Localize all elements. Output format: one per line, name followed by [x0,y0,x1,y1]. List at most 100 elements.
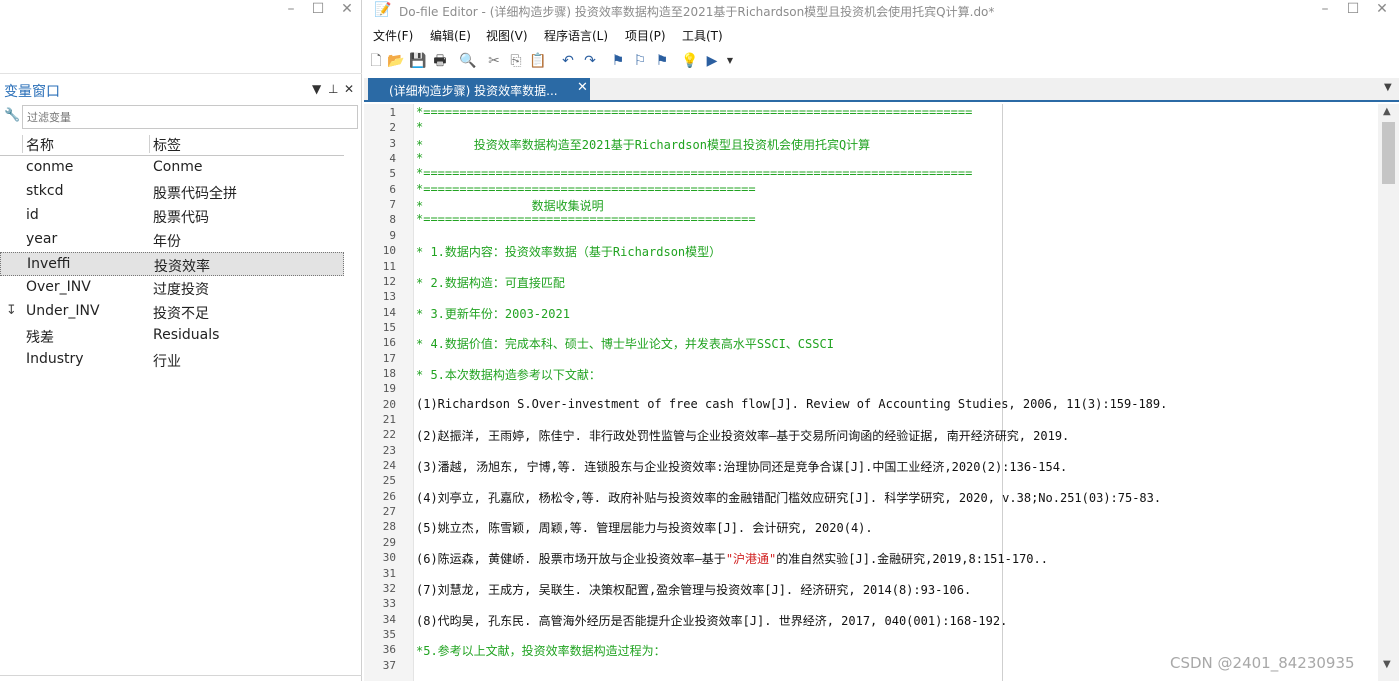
filter-variables-input[interactable] [22,105,358,129]
code-line: * 投资效率数据构造至2021基于Richardson模型且投资机会使用托宾Q计… [416,137,871,152]
minimize-icon[interactable]: – [1312,0,1338,20]
variable-label: 投资效率 [154,259,210,275]
line-number: 30 [382,551,396,565]
editor-titlebar: 📝 Do-file Editor - (详细构造步骤) 投资效率数据构造至202… [364,0,1399,22]
line-number: 15 [382,320,396,334]
close-icon[interactable]: ✕ [1369,0,1395,20]
maximize-icon[interactable]: ☐ [1340,0,1366,20]
scroll-up-icon[interactable]: ▲ [1383,106,1391,117]
tab-close-icon[interactable]: ✕ [577,80,588,95]
line-number: 4 [389,152,396,166]
menu-view[interactable]: 视图(V) [486,27,528,44]
toggle-bookmark-icon[interactable]: ⚑ [608,51,628,71]
line-number: 1 [389,106,396,119]
variable-label: 年份 [153,234,181,250]
table-row[interactable]: stkcd 股票代码全拼 [0,180,344,204]
menu-bar: 文件(F) 编辑(E) 视图(V) 程序语言(L) 项目(P) 工具(T) [364,24,1399,46]
variables-table: 名称 标签 conme Conme stkcd 股票代码全拼 id 股票代码 y… [0,132,344,372]
open-folder-icon[interactable]: 📂 [386,51,406,71]
table-row[interactable]: year 年份 [0,228,344,252]
print-icon[interactable]: 🖶 [430,51,450,71]
menu-edit[interactable]: 编辑(E) [430,27,471,44]
variable-name: id [26,207,39,223]
code-line: * 4.数据价值：完成本科、硕士、博士毕业论文，并发表高水平SSCI、CSSCI [416,337,834,352]
copy-icon[interactable]: ⎘ [506,51,526,71]
line-number: 37 [382,658,396,672]
close-icon[interactable]: ✕ [334,0,360,20]
previous-bookmark-icon[interactable]: ⚐ [630,51,650,71]
save-icon[interactable]: 💾 [408,51,428,71]
minimize-icon[interactable]: – [278,0,304,20]
code-line: * 5.本次数据构造参考以下文献： [416,367,601,382]
menu-file[interactable]: 文件(F) [373,27,413,44]
watermark: CSDN @2401_84230935 [1170,654,1355,672]
show-hints-icon[interactable]: 💡 [680,51,700,71]
vertical-scrollbar[interactable]: ▲ ▼ [1378,104,1399,681]
tab-list-dropdown-icon[interactable]: ▼ [1384,82,1392,93]
line-number: 18 [382,366,396,380]
next-bookmark-icon[interactable]: ⚑ [652,51,672,71]
run-icon[interactable]: ▶ [702,51,722,71]
code-line: * 3.更新年份：2003-2021 [416,306,570,321]
variable-name: year [26,231,58,247]
line-number: 31 [382,566,396,580]
scrollbar-thumb[interactable] [1382,122,1395,184]
code-line: * 2.数据构造：可直接匹配 [416,275,565,290]
line-number: 32 [382,581,396,595]
line-number: 11 [382,259,396,273]
column-header-name[interactable]: 名称 [26,135,54,155]
line-number: 33 [382,597,396,611]
variable-name: Inveffi [27,256,71,272]
table-row[interactable]: id 股票代码 [0,204,344,228]
filter-toggle-icon[interactable]: ▼ [312,82,321,96]
line-number: 25 [382,474,396,488]
line-number: 12 [382,274,396,288]
variable-name: Industry [26,351,84,367]
table-row[interactable]: Over_INV 过度投资 [0,276,344,300]
table-row[interactable]: Industry 行业 [0,348,344,372]
undo-icon[interactable]: ↶ [558,51,578,71]
code-line: * [416,151,424,166]
line-number-gutter: 1 2 3 4 5 6 7 8 9 10 11 12 13 14 15 16 17 18 19 20 21 22 23 24 2… [364,104,400,681]
menu-project[interactable]: 项目(P) [625,27,666,44]
wrench-icon: 🔧 [4,108,21,123]
code-editor[interactable]: 1 2 3 4 5 6 7 8 9 10 11 12 13 14 15 16 17 18 19 20 21 22 23 24 2… [364,104,1399,681]
pane-close-icon[interactable]: ✕ [344,82,354,96]
scroll-down-icon[interactable]: ▼ [1383,659,1391,670]
table-row[interactable]: conme Conme [0,156,344,180]
table-row[interactable]: ↧ Under_INV 投资不足 [0,300,344,324]
variables-window-title: 变量窗口 [4,84,60,100]
pin-icon[interactable]: ⊥ [328,82,338,96]
code-line: (7)刘慧龙, 王成方, 吴联生. 决策权配置,盈余管理与投资效率[J]. 经济… [416,582,972,597]
variables-table-header: 名称 标签 [0,132,344,156]
code-line: (8)代昀昊, 孔东民. 高管海外经历是否能提升企业投资效率[J]. 世界经济,… [416,613,1008,628]
code-line: (2)赵振洋, 王雨婷, 陈佳宁. 非行政处罚性监管与企业投资效率—基于交易所问… [416,429,1070,444]
line-number: 21 [382,413,396,426]
cut-icon[interactable]: ✂ [484,51,504,71]
tab-label: (详细构造步骤) 投资效率数据... [389,84,558,98]
filter-bar: 🔧 [2,105,358,129]
menu-tools[interactable]: 工具(T) [682,27,723,44]
maximize-icon[interactable]: ☐ [305,0,331,20]
new-file-icon[interactable]: 🗋 [366,51,386,71]
variables-window-header: 变量窗口 ▼ ⊥ ✕ [0,80,362,102]
line-number: 9 [389,228,396,242]
line-number: 7 [389,198,396,212]
toolbar: 🗋 📂 💾 🖶 🔍 ✂ ⎘ 📋 ↶ ↷ ⚑ ⚐ ⚑ 💡 ▶ ▼ [364,48,1399,74]
left-window-titlebar: – ☐ ✕ [0,0,362,22]
variable-name: stkcd [26,183,64,199]
code-line: (6)陈运森, 黄健峤. 股票市场开放与企业投资效率—基于"沪港通"的准自然实验… [416,550,1048,567]
line-number: 34 [382,612,396,626]
dropdown-icon[interactable]: ▼ [720,51,740,71]
fold-margin [400,104,414,681]
paste-icon[interactable]: 📋 [528,51,548,71]
tab-do-file[interactable]: (详细构造步骤) 投资效率数据... ✕ [368,78,590,102]
line-number: 20 [382,397,396,411]
menu-language[interactable]: 程序语言(L) [544,27,608,44]
column-header-label[interactable]: 标签 [153,135,181,155]
table-row-selected[interactable]: Inveffi 投资效率 [0,252,344,276]
find-icon[interactable]: 🔍 [458,51,478,71]
table-row[interactable]: 残差 Residuals [0,324,344,348]
line-number: 16 [382,336,396,350]
redo-icon[interactable]: ↷ [580,51,600,71]
